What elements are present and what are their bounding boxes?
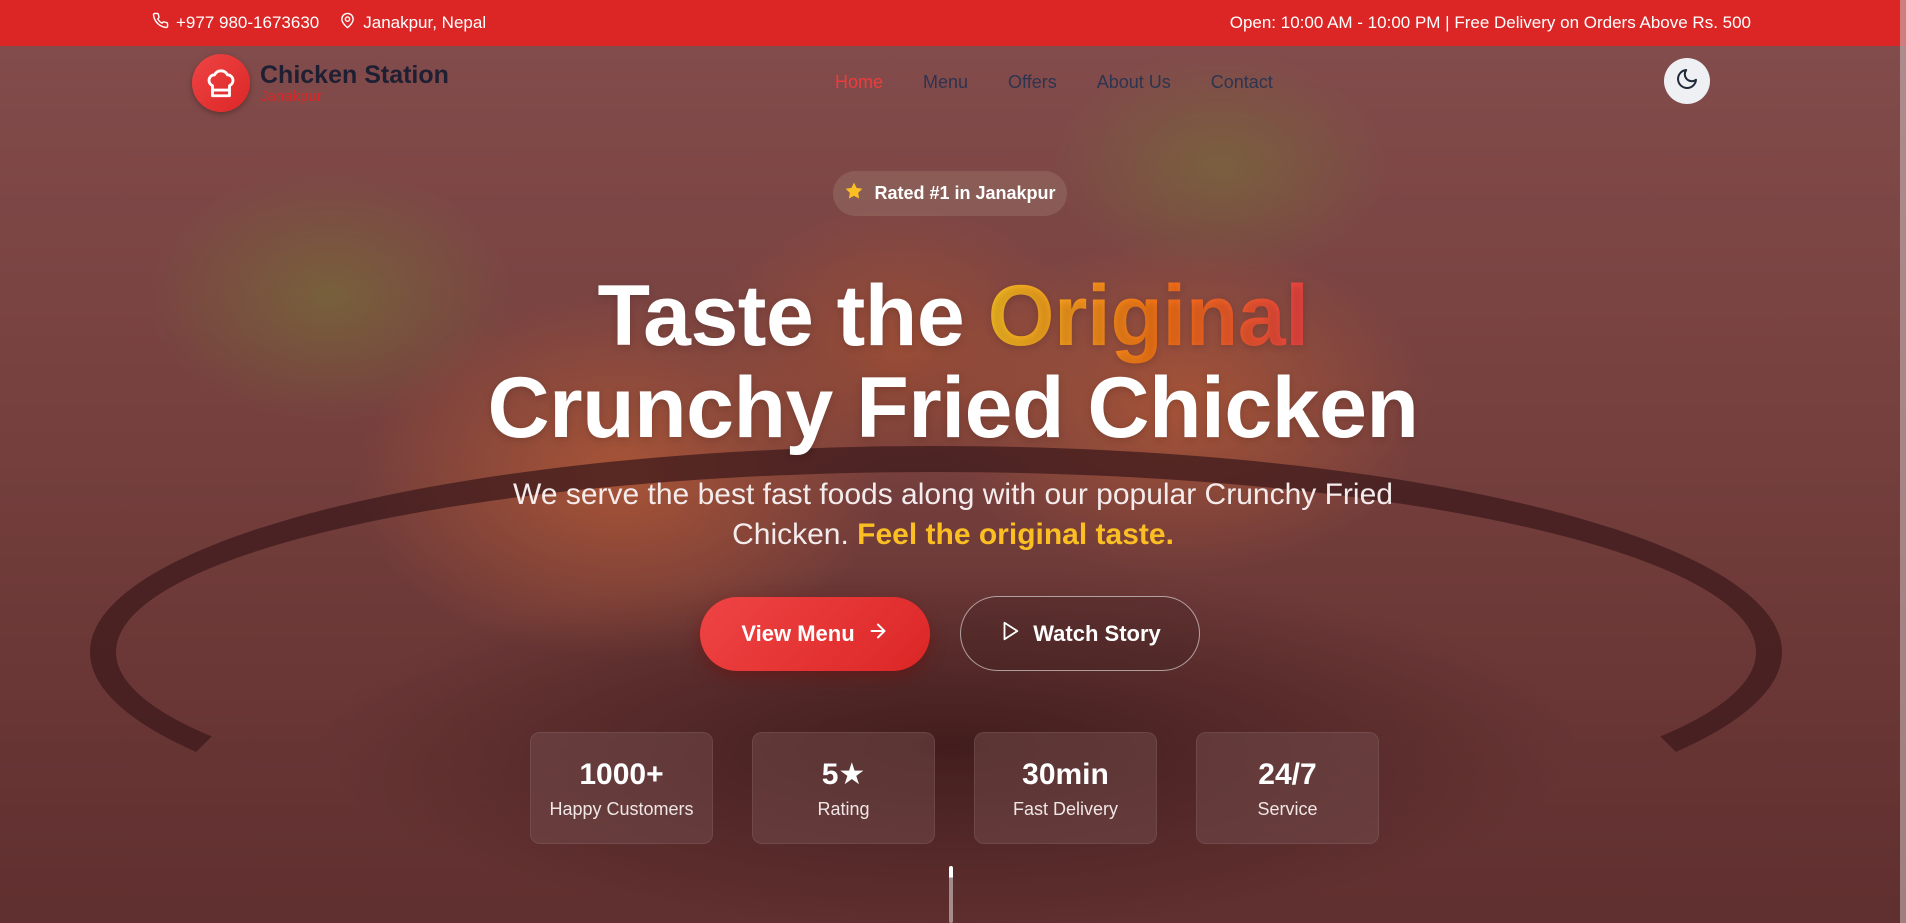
nav-item-offers[interactable]: Offers: [1008, 72, 1057, 93]
stat-label: Happy Customers: [549, 798, 694, 819]
stats-row: 1000+ Happy Customers 5★ Rating 30min Fa…: [530, 732, 1379, 844]
stat-label: Service: [1257, 798, 1318, 819]
brand-logo[interactable]: Chicken Station Janakpur: [192, 54, 449, 112]
main-navbar: Chicken Station Janakpur Home Menu Offer…: [0, 46, 1906, 118]
stat-card: 1000+ Happy Customers: [530, 732, 713, 844]
brand-text: Chicken Station Janakpur: [260, 61, 449, 105]
phone-info[interactable]: +977 980-1673630: [152, 12, 319, 34]
stat-value: 5★: [821, 757, 866, 791]
stat-card: 24/7 Service: [1196, 732, 1379, 844]
hero-headline: Taste the Original Crunchy Fried Chicken: [0, 270, 1906, 454]
stat-card: 5★ Rating: [752, 732, 935, 844]
nav-item-contact[interactable]: Contact: [1211, 72, 1273, 93]
brand-name: Chicken Station: [260, 61, 449, 89]
phone-number: +977 980-1673630: [176, 13, 320, 32]
moon-icon: [1675, 67, 1699, 96]
stat-value: 1000+: [579, 757, 664, 791]
stat-label: Fast Delivery: [1012, 798, 1119, 819]
chef-hat-icon: [192, 54, 250, 112]
scroll-indicator[interactable]: [949, 866, 953, 923]
watch-story-button[interactable]: Watch Story: [960, 596, 1200, 671]
page: +977 980-1673630 Janakpur, Nepal Open: 1…: [0, 0, 1906, 923]
location-info: Janakpur, Nepal: [339, 12, 486, 34]
arrow-right-icon: [867, 620, 889, 648]
nav-menu: Home Menu Offers About Us Contact: [835, 72, 1273, 93]
theme-toggle-button[interactable]: [1664, 58, 1710, 104]
nav-item-home[interactable]: Home: [835, 72, 883, 93]
star-icon: [844, 181, 864, 206]
contact-info: +977 980-1673630 Janakpur, Nepal: [152, 12, 486, 34]
headline-line-1: Taste the Original: [0, 270, 1906, 362]
hero-subtitle: We serve the best fast foods along with …: [503, 475, 1403, 555]
headline-highlight: Original: [987, 268, 1309, 364]
brand-city: Janakpur: [260, 88, 322, 105]
stat-label: Rating: [817, 798, 870, 819]
page-scrollbar[interactable]: [1900, 0, 1906, 923]
top-info-bar: +977 980-1673630 Janakpur, Nepal Open: 1…: [0, 0, 1906, 46]
nav-item-menu[interactable]: Menu: [923, 72, 968, 93]
stat-card: 30min Fast Delivery: [974, 732, 1157, 844]
headline-prefix: Taste the: [597, 268, 988, 364]
nav-item-about-us[interactable]: About Us: [1097, 72, 1171, 93]
rating-badge: Rated #1 in Janakpur: [833, 171, 1067, 216]
subtitle-accent: Feel the original taste.: [857, 518, 1174, 551]
hours-note: Open: 10:00 AM - 10:00 PM | Free Deliver…: [1229, 13, 1751, 32]
map-pin-icon: [339, 12, 356, 34]
location-text: Janakpur, Nepal: [363, 13, 487, 32]
stat-value: 30min: [1022, 757, 1109, 791]
view-menu-label: View Menu: [741, 621, 855, 646]
view-menu-button[interactable]: View Menu: [700, 597, 930, 671]
stat-value: 24/7: [1258, 757, 1317, 791]
watch-story-label: Watch Story: [1033, 620, 1161, 646]
rating-badge-text: Rated #1 in Janakpur: [874, 183, 1056, 203]
headline-line-2: Crunchy Fried Chicken: [487, 360, 1419, 456]
play-icon: [999, 620, 1021, 648]
phone-icon: [152, 12, 169, 34]
